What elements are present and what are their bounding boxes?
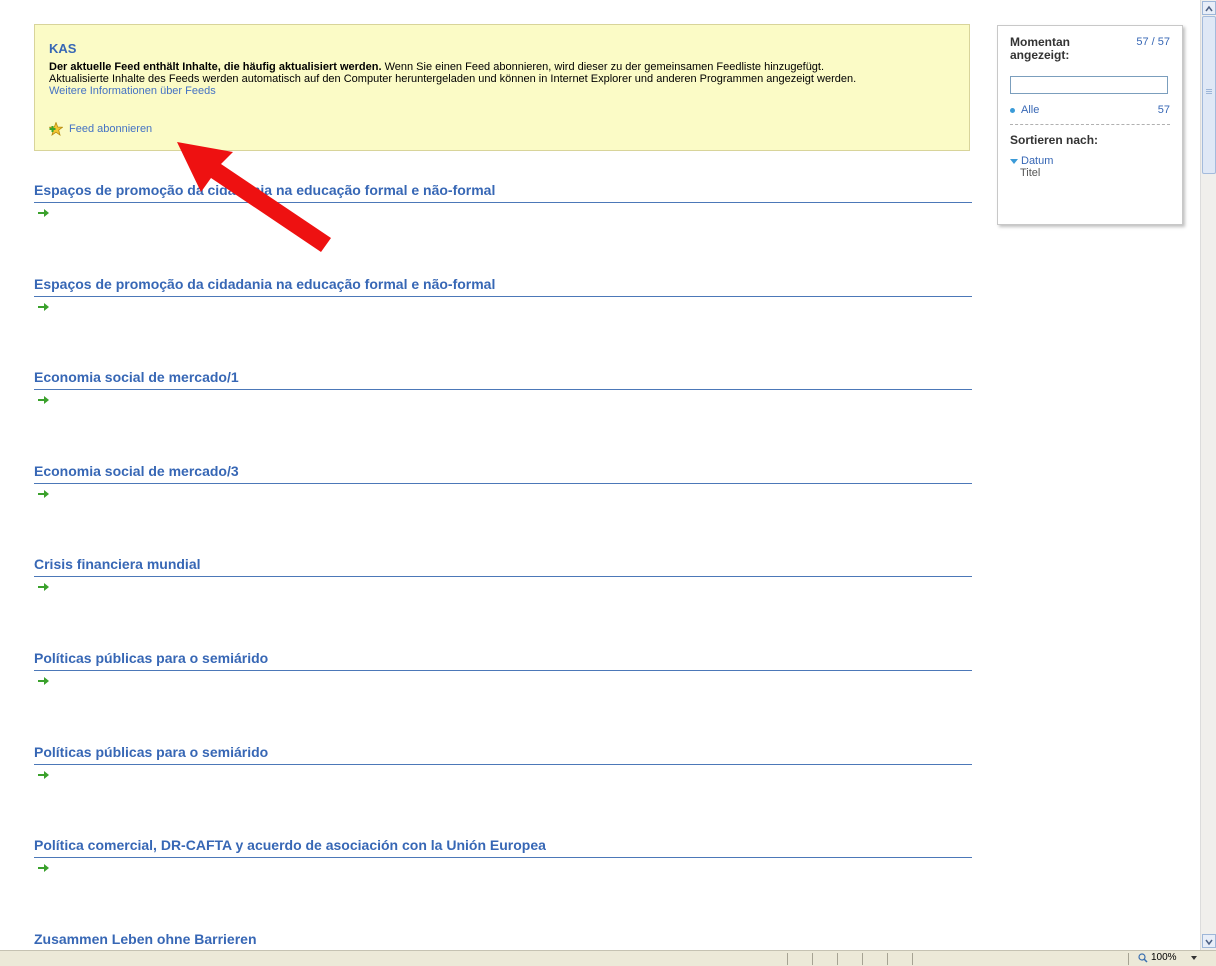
subscribe-feed-label: Feed abonnieren bbox=[69, 123, 153, 135]
green-arrow-icon[interactable] bbox=[38, 302, 50, 312]
green-arrow-icon[interactable] bbox=[38, 582, 50, 592]
filter-all-item[interactable]: Alle 57 bbox=[1010, 104, 1170, 125]
feed-item-title[interactable]: Crisis financiera mundial bbox=[34, 556, 972, 577]
feed-item-title[interactable]: Políticas públicas para o semiárido bbox=[34, 744, 972, 765]
sort-by-date[interactable]: Datum bbox=[1010, 155, 1170, 167]
scroll-down-button[interactable] bbox=[1202, 934, 1216, 948]
shown-label-line2: angezeigt: bbox=[1010, 48, 1070, 62]
feed-item-title[interactable]: Economia social de mercado/3 bbox=[34, 463, 972, 484]
feed-item: Políticas públicas para o semiárido bbox=[34, 650, 972, 686]
feed-item-title[interactable]: Espaços de promoção da cidadania na educ… bbox=[34, 276, 972, 297]
green-arrow-icon[interactable] bbox=[38, 770, 50, 780]
green-arrow-icon[interactable] bbox=[38, 863, 50, 873]
feed-title: KAS bbox=[49, 41, 77, 56]
status-bar: 100% bbox=[0, 950, 1216, 966]
zoom-level: 100% bbox=[1151, 952, 1177, 963]
sort-date-label: Datum bbox=[1021, 155, 1054, 167]
chevron-down-icon bbox=[1205, 939, 1213, 946]
subscribe-feed-button[interactable]: Feed abonnieren bbox=[49, 122, 152, 136]
green-arrow-icon[interactable] bbox=[38, 395, 50, 405]
chevron-up-icon bbox=[1205, 5, 1213, 12]
feed-item: Crisis financiera mundial bbox=[34, 556, 972, 592]
chevron-down-icon bbox=[1190, 955, 1197, 960]
feed-item-title[interactable]: Espaços de promoção da cidadania na educ… bbox=[34, 182, 972, 203]
feed-item: Economia social de mercado/1 bbox=[34, 369, 972, 405]
filter-all-count: 57 bbox=[1157, 104, 1170, 116]
shown-count-row: Momentan angezeigt: 57 / 57 bbox=[1010, 36, 1170, 62]
shown-label: Momentan angezeigt: bbox=[1010, 36, 1070, 62]
feed-description-rest: Wenn Sie einen Feed abonnieren, wird die… bbox=[381, 61, 825, 73]
feed-star-icon bbox=[49, 122, 63, 136]
green-arrow-icon[interactable] bbox=[38, 676, 50, 686]
feed-item: Espaços de promoção da cidadania na educ… bbox=[34, 276, 972, 312]
green-arrow-icon[interactable] bbox=[38, 208, 50, 218]
green-arrow-icon[interactable] bbox=[38, 489, 50, 499]
feed-item-title[interactable]: Zusammen Leben ohne Barrieren bbox=[34, 931, 972, 952]
feed-item: Zusammen Leben ohne Barrieren bbox=[34, 931, 972, 952]
feed-description-bold: Der aktuelle Feed enthält Inhalte, die h… bbox=[49, 61, 382, 73]
feed-filter-panel: Momentan angezeigt: 57 / 57 Alle 57 Sort… bbox=[997, 25, 1183, 225]
zoom-control[interactable]: 100% bbox=[1138, 952, 1198, 963]
feed-item: Política comercial, DR-CAFTA y acuerdo d… bbox=[34, 837, 972, 873]
sort-by-title[interactable]: Titel bbox=[1020, 167, 1170, 179]
filter-all-label: Alle bbox=[1021, 104, 1040, 116]
more-info-link[interactable]: Weitere Informationen über Feeds bbox=[49, 85, 955, 97]
zoom-icon bbox=[1138, 952, 1148, 963]
feed-description: Der aktuelle Feed enthält Inhalte, die h… bbox=[49, 61, 955, 85]
feed-item-title[interactable]: Política comercial, DR-CAFTA y acuerdo d… bbox=[34, 837, 972, 858]
feed-info-box: KAS Der aktuelle Feed enthält Inhalte, d… bbox=[34, 24, 970, 151]
sort-down-icon bbox=[1010, 158, 1018, 164]
sort-label: Sortieren nach: bbox=[1010, 133, 1099, 147]
feed-description-line2: Aktualisierte Inhalte des Feeds werden a… bbox=[49, 73, 857, 85]
feed-item-title[interactable]: Políticas públicas para o semiárido bbox=[34, 650, 972, 671]
shown-label-line1: Momentan bbox=[1010, 35, 1070, 49]
vertical-scrollbar[interactable] bbox=[1200, 0, 1216, 950]
feed-item-title[interactable]: Economia social de mercado/1 bbox=[34, 369, 972, 390]
feed-item: Espaços de promoção da cidadania na educ… bbox=[34, 182, 972, 218]
feed-item: Políticas públicas para o semiárido bbox=[34, 744, 972, 780]
filter-input[interactable] bbox=[1010, 76, 1168, 94]
feed-item: Economia social de mercado/3 bbox=[34, 463, 972, 499]
scroll-thumb[interactable] bbox=[1202, 16, 1216, 174]
bullet-icon bbox=[1010, 107, 1015, 113]
scroll-up-button[interactable] bbox=[1202, 1, 1216, 15]
shown-count: 57 / 57 bbox=[1136, 36, 1170, 48]
